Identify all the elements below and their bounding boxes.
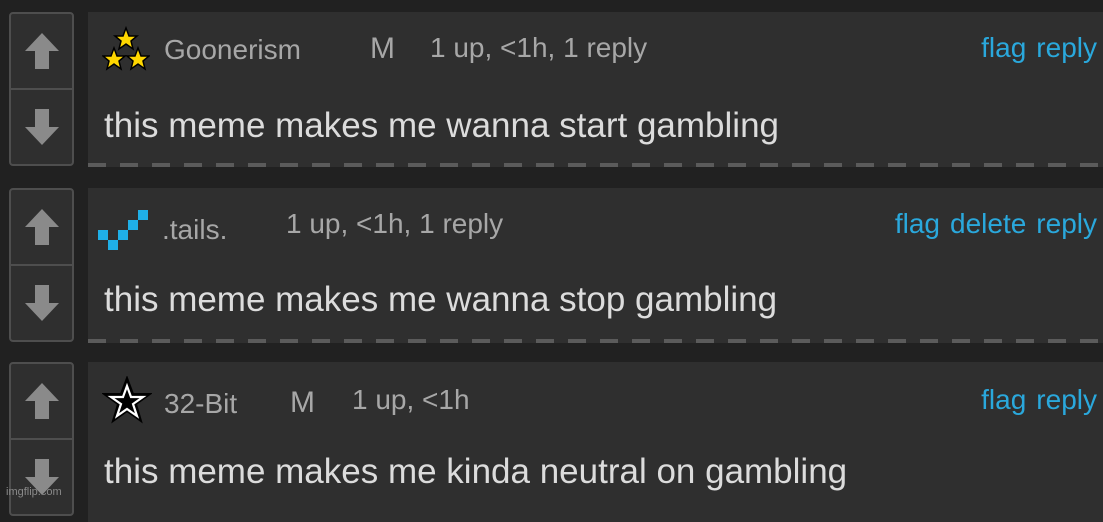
downvote-button[interactable]	[11, 90, 72, 164]
arrow-up-icon	[24, 383, 59, 419]
username-link[interactable]: Goonerism	[164, 34, 301, 66]
flag-link[interactable]: flag	[981, 384, 1026, 416]
imgflip-watermark: imgflip.com	[6, 486, 62, 498]
three-stars-icon	[102, 26, 150, 71]
arrow-up-icon	[24, 209, 59, 245]
mod-badge: M	[370, 32, 395, 65]
arrow-up-icon	[24, 33, 59, 69]
vote-box	[9, 188, 74, 342]
reply-link[interactable]: reply	[1036, 32, 1097, 64]
comment-text: this meme makes me wanna stop gambling	[104, 280, 778, 319]
comment-meta: 1 up, <1h	[352, 384, 470, 415]
upvote-button[interactable]	[11, 14, 72, 88]
upvote-button[interactable]	[11, 190, 72, 264]
outlined-star-icon	[102, 376, 152, 424]
comment-meta: 1 up, <1h, 1 reply	[430, 32, 648, 63]
flag-link[interactable]: flag	[895, 208, 940, 240]
comment-body: .tails. 1 up, <1h, 1 reply flag delete r…	[88, 188, 1103, 343]
downvote-button[interactable]	[11, 440, 72, 514]
comment-text: this meme makes me kinda neutral on gamb…	[104, 452, 848, 491]
comment-body: 32-Bit M 1 up, <1h flag reply this meme …	[88, 362, 1103, 522]
username-link[interactable]: .tails.	[162, 214, 227, 246]
upvote-button[interactable]	[11, 364, 72, 438]
flag-link[interactable]: flag	[981, 32, 1026, 64]
username-link[interactable]: 32-Bit	[164, 388, 237, 420]
arrow-down-icon	[24, 109, 59, 145]
vote-box	[9, 12, 74, 166]
arrow-down-icon	[24, 285, 59, 321]
mod-badge: M	[290, 386, 315, 419]
blue-checkmark-pixels-icon	[98, 210, 148, 250]
downvote-button[interactable]	[11, 266, 72, 340]
comment-meta: 1 up, <1h, 1 reply	[286, 208, 504, 239]
reply-link[interactable]: reply	[1036, 208, 1097, 240]
reply-link[interactable]: reply	[1036, 384, 1097, 416]
delete-link[interactable]: delete	[950, 208, 1026, 240]
comment-body: Goonerism M 1 up, <1h, 1 reply flag repl…	[88, 12, 1103, 167]
comment-text: this meme makes me wanna start gambling	[104, 106, 779, 145]
